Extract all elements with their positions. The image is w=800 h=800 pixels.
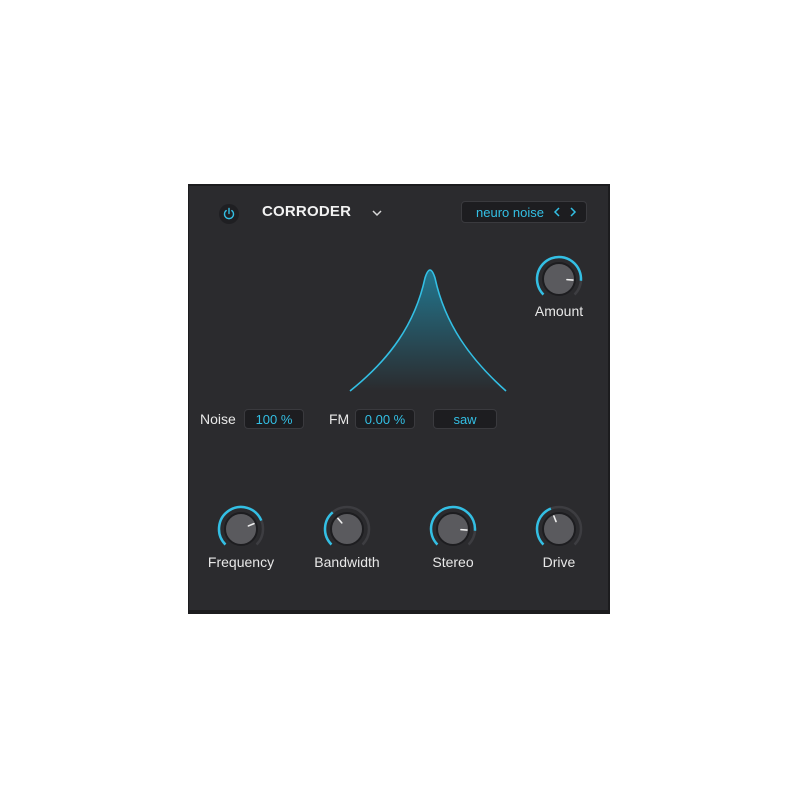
knob-body [224, 512, 258, 546]
preset-name: neuro noise [476, 204, 544, 220]
fm-value-field[interactable]: 0.00 % [355, 409, 415, 429]
bandwidth-knob[interactable] [322, 504, 372, 554]
knob-body [436, 512, 470, 546]
drive-label: Drive [542, 554, 576, 570]
effect-title: CORRODER [262, 203, 352, 220]
power-button[interactable] [219, 204, 239, 224]
noise-shape-display [349, 269, 507, 392]
chevron-right-icon[interactable] [568, 206, 578, 218]
frequency-knob[interactable] [216, 504, 266, 554]
stereo-knob[interactable] [428, 504, 478, 554]
amount-knob[interactable] [534, 254, 584, 304]
waveform-selector[interactable]: saw [433, 409, 497, 429]
drive-knob[interactable] [534, 504, 584, 554]
power-icon [223, 207, 235, 220]
frequency-label: Frequency [207, 554, 275, 570]
knob-body [542, 512, 576, 546]
chevron-left-icon[interactable] [552, 206, 562, 218]
bandwidth-label: Bandwidth [314, 554, 380, 570]
noise-value-field[interactable]: 100 % [244, 409, 304, 429]
knob-body [542, 262, 576, 296]
preset-selector[interactable]: neuro noise [461, 201, 587, 223]
noise-label: Noise [200, 411, 236, 427]
fm-label: FM [329, 411, 350, 427]
chevron-down-icon[interactable] [369, 205, 385, 221]
stereo-label: Stereo [432, 554, 474, 570]
corroder-panel: CORRODER neuro noise Noise 100 % FM 0.00… [188, 184, 610, 614]
knob-body [330, 512, 364, 546]
amount-label: Amount [534, 303, 584, 319]
